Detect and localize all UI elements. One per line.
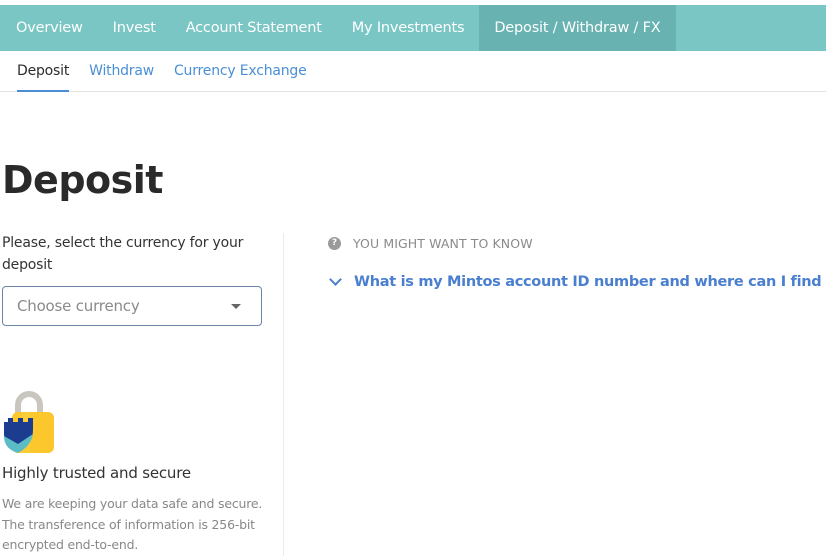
sub-navigation: Deposit Withdraw Currency Exchange: [0, 51, 826, 92]
lock-shield-icon: [4, 391, 54, 453]
info-header: ? YOU MIGHT WANT TO KNOW: [328, 236, 826, 251]
page-title: Deposit: [2, 158, 163, 202]
currency-select[interactable]: Choose currency: [2, 286, 262, 326]
security-title: Highly trusted and secure: [2, 464, 191, 482]
nav-item-deposit-withdraw-fx[interactable]: Deposit / Withdraw / FX: [479, 5, 676, 51]
security-description: We are keeping your data safe and secure…: [2, 496, 263, 552]
faq-item[interactable]: What is my Mintos account ID number and …: [328, 273, 826, 290]
deposit-form: Please, select the currency for your dep…: [2, 232, 272, 326]
tab-withdraw[interactable]: Withdraw: [89, 51, 154, 91]
column-divider: [283, 233, 284, 556]
nav-item-my-investments[interactable]: My Investments: [337, 5, 480, 51]
question-circle-icon: ?: [328, 237, 341, 250]
info-panel: ? YOU MIGHT WANT TO KNOW What is my Mint…: [328, 236, 826, 290]
nav-item-invest[interactable]: Invest: [98, 5, 171, 51]
faq-question[interactable]: What is my Mintos account ID number and …: [354, 274, 826, 290]
top-navigation: Overview Invest Account Statement My Inv…: [0, 5, 826, 51]
chevron-down-icon: [329, 273, 342, 286]
caret-down-icon: [231, 303, 241, 309]
currency-prompt: Please, select the currency for your dep…: [2, 235, 244, 273]
nav-item-overview[interactable]: Overview: [0, 5, 98, 51]
currency-select-placeholder: Choose currency: [17, 297, 140, 315]
info-header-label: YOU MIGHT WANT TO KNOW: [353, 236, 533, 251]
tab-currency-exchange[interactable]: Currency Exchange: [174, 51, 307, 91]
tab-deposit[interactable]: Deposit: [17, 51, 69, 92]
nav-item-account-statement[interactable]: Account Statement: [171, 5, 337, 51]
